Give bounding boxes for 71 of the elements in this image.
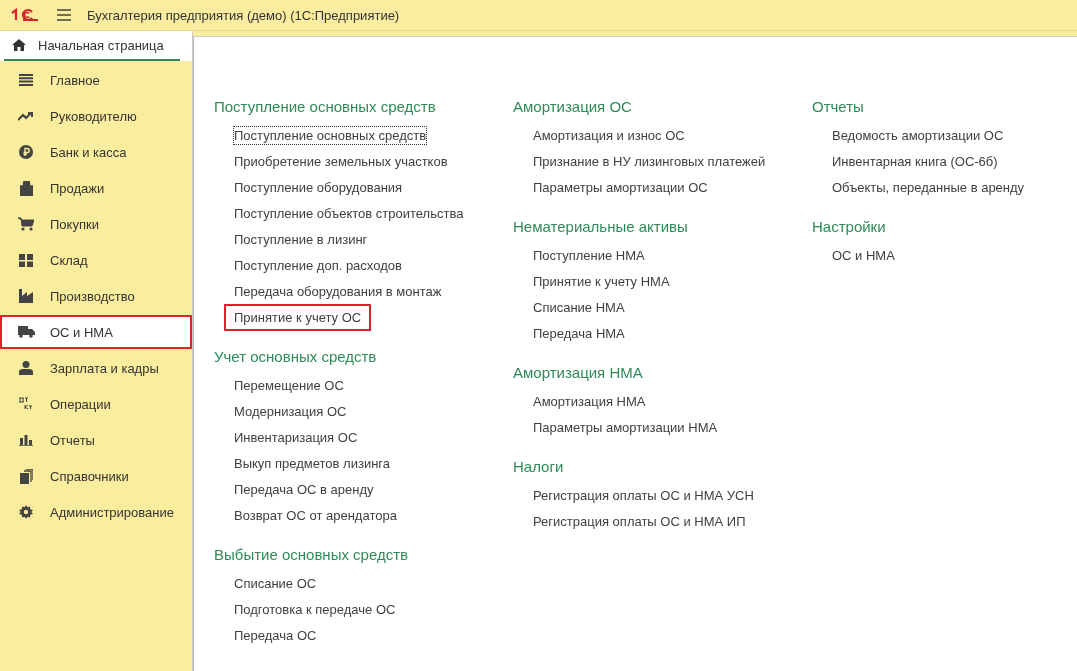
section-link[interactable]: Поступление в лизинг <box>233 230 369 249</box>
section-link[interactable]: Поступление оборудования <box>233 178 404 197</box>
section-link[interactable]: Объекты, переданные в аренду <box>831 178 1026 197</box>
home-icon <box>12 39 26 51</box>
section-link[interactable]: Принятие к учету НМА <box>532 272 671 291</box>
section-heading: Поступление основных средств <box>214 98 437 117</box>
gear-icon <box>19 505 33 519</box>
section-link[interactable]: Параметры амортизации НМА <box>532 418 719 437</box>
trend-icon <box>18 111 34 121</box>
section-link[interactable]: Амортизация и износ ОС <box>532 126 686 145</box>
section-link[interactable]: Модернизация ОС <box>233 402 348 421</box>
section-link[interactable]: Перемещение ОС <box>233 376 345 395</box>
section-link[interactable]: Поступление НМА <box>532 246 646 265</box>
section-link[interactable]: Передача ОС в аренду <box>233 480 375 499</box>
cart-icon <box>18 217 34 231</box>
section-link[interactable]: Передача НМА <box>532 324 626 343</box>
sidebar-item[interactable]: Отчеты <box>0 423 192 457</box>
sidebar-item[interactable]: Продажи <box>0 171 192 205</box>
sidebar-item[interactable]: ОС и НМА <box>0 315 192 349</box>
list-icon <box>19 74 33 86</box>
sidebar-item[interactable]: Операции <box>0 387 192 421</box>
sidebar-item[interactable]: Главное <box>0 63 192 97</box>
sidebar-item[interactable]: Руководителю <box>0 99 192 133</box>
factory-icon <box>19 289 33 303</box>
section-link[interactable]: Параметры амортизации ОС <box>532 178 709 197</box>
sidebar-item[interactable]: Администрирование <box>0 495 192 529</box>
section-link[interactable]: Передача ОС <box>233 626 318 645</box>
sidebar-item[interactable]: Зарплата и кадры <box>0 351 192 385</box>
section-link[interactable]: Регистрация оплаты ОС и НМА УСН <box>532 486 755 505</box>
section-link[interactable]: Поступление основных средств <box>233 126 428 145</box>
bar-chart-icon <box>19 434 33 446</box>
section-link[interactable]: ОС и НМА <box>831 246 896 265</box>
bag-icon <box>19 180 33 196</box>
sidebar-item[interactable]: Покупки <box>0 207 192 241</box>
logo-icon[interactable] <box>10 8 40 22</box>
sidebar-item[interactable]: Склад <box>0 243 192 277</box>
sidebar-item[interactable]: Производство <box>0 279 192 313</box>
section-link[interactable]: Амортизация НМА <box>532 392 647 411</box>
grid-icon <box>19 253 33 267</box>
section-heading: Настройки <box>812 218 887 237</box>
section-heading: Амортизация ОС <box>513 98 633 117</box>
debit-credit-icon <box>18 397 34 411</box>
section-link[interactable]: Инвентаризация ОС <box>233 428 359 447</box>
menu-icon[interactable] <box>57 9 71 21</box>
section-link[interactable]: Принятие к учету ОС <box>224 304 372 331</box>
section-link[interactable]: Ведомость амортизации ОС <box>831 126 1005 145</box>
section-link[interactable]: Выкуп предметов лизинга <box>233 454 392 473</box>
sidebar-item[interactable]: Справочники <box>0 459 192 493</box>
section-link[interactable]: Передача оборудования в монтаж <box>233 282 443 301</box>
section-link[interactable]: Признание в НУ лизинговых платежей <box>532 152 767 171</box>
section-link[interactable]: Поступление доп. расходов <box>233 256 403 275</box>
section-heading: Налоги <box>513 458 565 477</box>
section-heading: Отчеты <box>812 98 865 117</box>
person-icon <box>19 361 33 375</box>
section-heading: Выбытие основных средств <box>214 546 410 565</box>
ruble-icon <box>19 145 33 159</box>
section-heading: Амортизация НМА <box>513 364 644 383</box>
section-link[interactable]: Подготовка к передаче ОС <box>233 600 397 619</box>
section-link[interactable]: Регистрация оплаты ОС и НМА ИП <box>532 512 747 531</box>
window-title: Бухгалтерия предприятия (демо) (1С:Предприятие) <box>87 7 400 23</box>
section-link[interactable]: Поступление объектов строительства <box>233 204 465 223</box>
books-icon <box>19 468 33 484</box>
section-link[interactable]: Списание ОС <box>233 574 318 593</box>
section-heading: Нематериальные активы <box>513 218 689 237</box>
section-link[interactable]: Приобретение земельных участков <box>233 152 449 171</box>
section-link[interactable]: Списание НМА <box>532 298 626 317</box>
section-link[interactable]: Инвентарная книга (ОС-6б) <box>831 152 999 171</box>
section-link[interactable]: Возврат ОС от арендатора <box>233 506 398 525</box>
truck-icon <box>17 326 35 338</box>
section-heading: Учет основных средств <box>214 348 378 367</box>
sidebar-item[interactable]: Банк и касса <box>0 135 192 169</box>
